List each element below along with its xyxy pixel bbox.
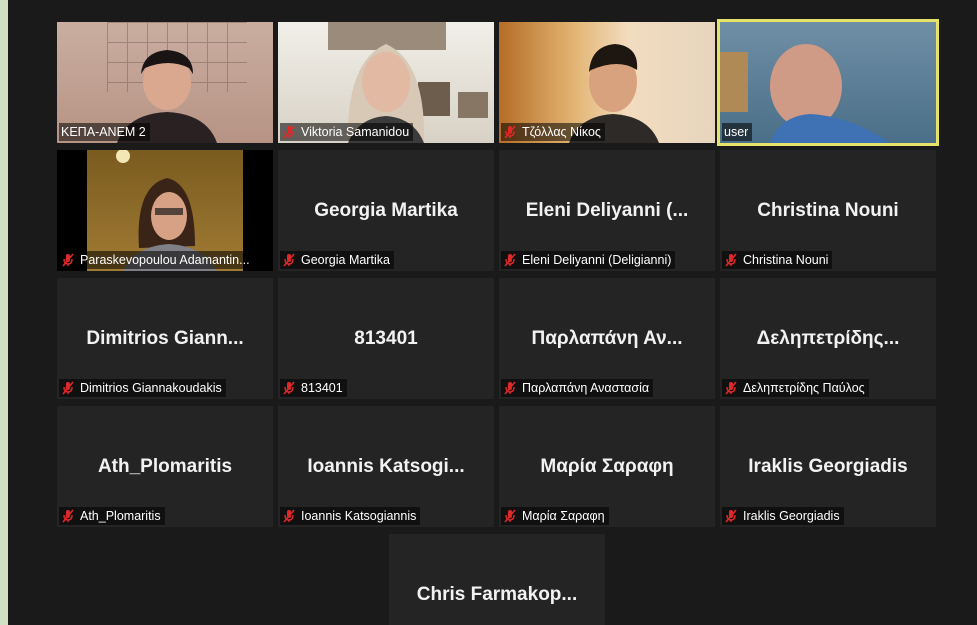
participant-name-label: ΚΕΠΑ-ΑΝΕΜ 2	[59, 123, 150, 141]
participant-tile[interactable]: Iraklis Georgiadis Iraklis Georgiadis	[720, 406, 936, 527]
mic-muted-icon	[725, 253, 737, 267]
participant-name-label: Δεληπετρίδης Παύλος	[722, 379, 869, 397]
participant-display-name: Dimitrios Giann...	[86, 328, 244, 349]
mic-muted-icon	[504, 253, 516, 267]
participant-tile-active-speaker[interactable]: user	[717, 19, 939, 146]
participant-name-label: Christina Nouni	[722, 251, 833, 269]
mic-muted-icon	[504, 509, 516, 523]
participant-name-label: user	[722, 123, 753, 141]
participant-tile[interactable]: Δεληπετρίδης... Δεληπετρίδης Παύλος	[720, 278, 936, 399]
participant-name-label: Μαρία Σαραφη	[501, 507, 609, 525]
mic-muted-icon	[283, 125, 295, 139]
participant-name-label: 813401	[280, 379, 347, 397]
participant-display-name: Georgia Martika	[314, 200, 458, 221]
participant-tile[interactable]: Georgia Martika Georgia Martika	[278, 150, 494, 271]
mic-muted-icon	[504, 381, 516, 395]
participant-name-label: Ioannis Katsogiannis	[280, 507, 421, 525]
participant-name-label: Τζόλλας Νίκος	[501, 123, 605, 141]
participant-tile[interactable]: Παρλαπάνη Αν... Παρλαπάνη Αναστασία	[499, 278, 715, 399]
participant-tile[interactable]: Ath_Plomaritis Ath_Plomaritis	[57, 406, 273, 527]
mic-muted-icon	[283, 253, 295, 267]
participant-tile[interactable]: Μαρία Σαραφη Μαρία Σαραφη	[499, 406, 715, 527]
left-edge-strip	[0, 0, 8, 625]
participant-name-label: Viktoria Samanidou	[280, 123, 414, 141]
participant-display-name: Ioannis Katsogi...	[307, 456, 465, 477]
participant-tile[interactable]: Ioannis Katsogi... Ioannis Katsogiannis	[278, 406, 494, 527]
participant-name-label: Παρλαπάνη Αναστασία	[501, 379, 654, 397]
participant-tile[interactable]: ΚΕΠΑ-ΑΝΕΜ 2	[57, 22, 273, 143]
participant-name-label: Iraklis Georgiadis	[722, 507, 844, 525]
participant-display-name: Παρλαπάνη Αν...	[531, 328, 683, 349]
participant-name-label: Eleni Deliyanni (Deligianni)	[501, 251, 676, 269]
participant-tile[interactable]: 813401 813401	[278, 278, 494, 399]
participant-name-label: Dimitrios Giannakoudakis	[59, 379, 226, 397]
video-feed	[720, 22, 936, 143]
gallery-view: ΚΕΠΑ-ΑΝΕΜ 2 Viktoria Samanidou Τζόλλας Ν…	[8, 0, 977, 625]
mic-muted-icon	[62, 509, 74, 523]
participant-display-name: 813401	[354, 328, 418, 349]
mic-muted-icon	[283, 381, 295, 395]
mic-muted-icon	[283, 509, 295, 523]
participant-display-name: Ath_Plomaritis	[97, 456, 233, 477]
participant-display-name: Μαρία Σαραφη	[540, 456, 674, 477]
mic-muted-icon	[725, 509, 737, 523]
participant-name-label: Ath_Plomaritis	[59, 507, 165, 525]
participant-tile[interactable]: Viktoria Samanidou	[278, 22, 494, 143]
mic-muted-icon	[62, 381, 74, 395]
participant-display-name: Eleni Deliyanni (...	[525, 200, 689, 221]
participant-tile[interactable]: Chris Farmakop...	[389, 534, 605, 625]
participant-name-label: Paraskevopoulou Adamantin...	[59, 251, 254, 269]
participant-name-label: Georgia Martika	[280, 251, 394, 269]
participant-display-name: Iraklis Georgiadis	[748, 456, 908, 477]
mic-muted-icon	[62, 253, 74, 267]
mic-muted-icon	[725, 381, 737, 395]
participant-display-name: Chris Farmakop...	[416, 584, 578, 605]
participant-display-name: Christina Nouni	[757, 200, 899, 221]
participant-tile[interactable]: Paraskevopoulou Adamantin...	[57, 150, 273, 271]
participant-tile[interactable]: Τζόλλας Νίκος	[499, 22, 715, 143]
participant-tile[interactable]: Dimitrios Giann... Dimitrios Giannakouda…	[57, 278, 273, 399]
participant-display-name: Δεληπετρίδης...	[756, 328, 900, 349]
mic-muted-icon	[504, 125, 516, 139]
participant-tile[interactable]: Christina Nouni Christina Nouni	[720, 150, 936, 271]
participant-tile[interactable]: Eleni Deliyanni (... Eleni Deliyanni (De…	[499, 150, 715, 271]
